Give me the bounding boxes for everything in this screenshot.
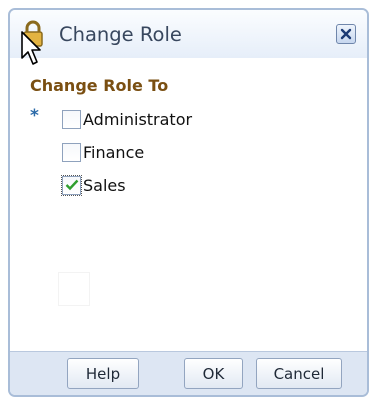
role-option-sales[interactable]: Sales (61, 173, 126, 197)
administrator-checkbox[interactable] (62, 109, 81, 129)
finance-checkbox[interactable] (62, 142, 81, 162)
role-option-administrator[interactable]: Administrator (62, 107, 192, 131)
close-button[interactable] (336, 24, 356, 44)
change-role-dialog: Change Role Change Role To * Administrat… (8, 8, 369, 397)
empty-region (58, 272, 90, 306)
administrator-label: Administrator (83, 109, 193, 129)
change-role-label: Change Role To (30, 76, 169, 95)
dialog-footer: Help OK Cancel (10, 351, 367, 395)
finance-label: Finance (83, 142, 145, 162)
cancel-button[interactable]: Cancel (256, 358, 342, 389)
dialog-title: Change Role (59, 23, 182, 46)
checkmark-icon (65, 179, 78, 191)
ok-button[interactable]: OK (184, 358, 243, 389)
dialog-titlebar[interactable]: Change Role (10, 10, 367, 58)
required-indicator: * (30, 106, 39, 126)
sales-checkbox[interactable] (61, 174, 82, 196)
sales-label: Sales (83, 175, 126, 195)
close-x-icon (340, 28, 352, 40)
arrow-cursor-icon (21, 31, 41, 65)
role-option-finance[interactable]: Finance (62, 140, 144, 164)
help-button[interactable]: Help (67, 358, 139, 389)
